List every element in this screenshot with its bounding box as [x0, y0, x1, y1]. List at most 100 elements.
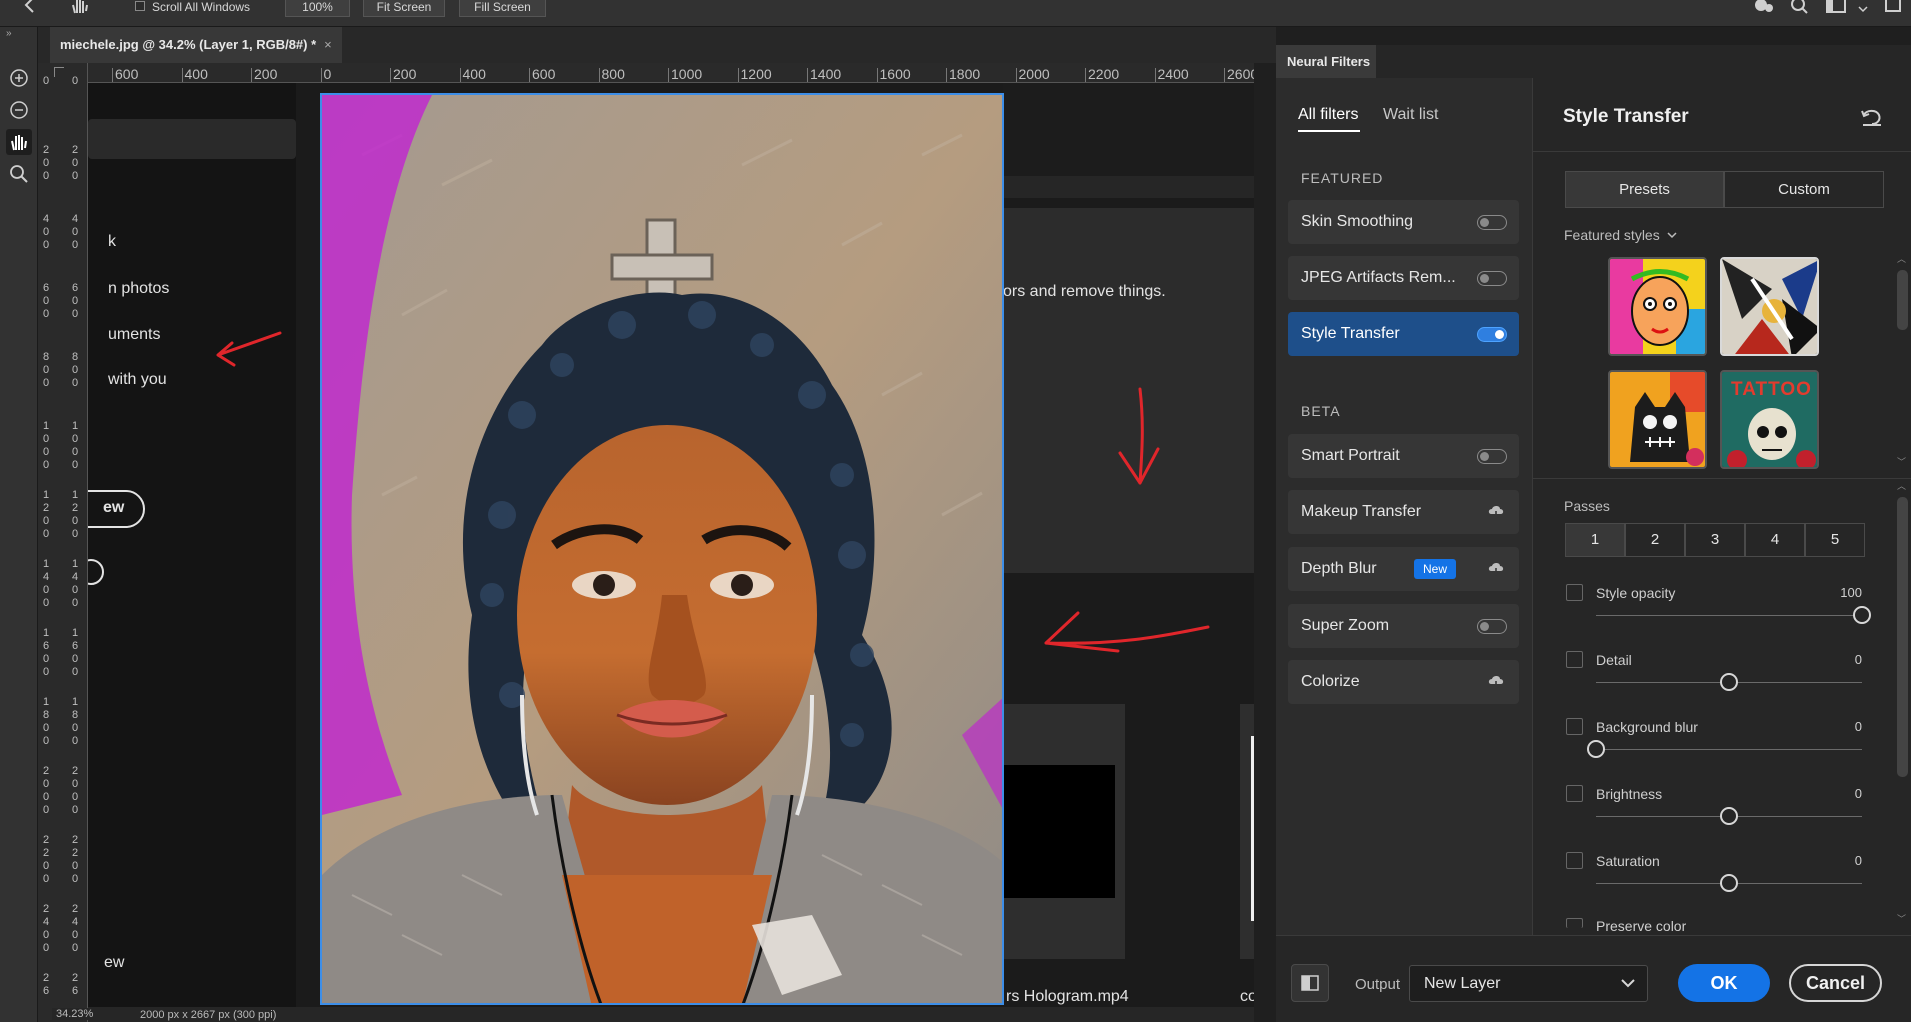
ruler-label: 0 — [71, 75, 79, 87]
pass-5-button[interactable]: 5 — [1805, 523, 1865, 557]
slider-track[interactable] — [1596, 749, 1862, 750]
tab-wait-list[interactable]: Wait list — [1383, 106, 1438, 124]
pass-2-button[interactable]: 2 — [1625, 523, 1685, 557]
zoom-tool[interactable] — [6, 161, 32, 187]
filter-depth-blur[interactable]: Depth Blur New — [1288, 547, 1519, 591]
scroll-all-windows-checkbox[interactable] — [135, 1, 145, 11]
style-transfer-toggle[interactable] — [1477, 327, 1507, 342]
slider-handle[interactable] — [1587, 740, 1605, 758]
slider-handle[interactable] — [1720, 673, 1738, 691]
zoom-out-tool[interactable] — [6, 97, 32, 123]
pass-4-button[interactable]: 4 — [1745, 523, 1805, 557]
ruler-label: 4 0 0 — [42, 213, 50, 251]
pass-1-button[interactable]: 1 — [1565, 523, 1625, 557]
fit-screen-button[interactable]: Fit Screen — [363, 0, 445, 17]
document-image[interactable] — [320, 93, 1004, 1005]
ruler-label: 1000 — [671, 66, 703, 82]
ruler-label: 400 — [462, 66, 486, 82]
ruler-tick — [181, 68, 183, 82]
smart-portrait-toggle[interactable] — [1477, 449, 1507, 464]
chevron-down-icon — [1667, 232, 1677, 239]
settings-scroll-down-icon[interactable]: ﹀ — [1897, 912, 1906, 925]
workspace-chevron-down-icon[interactable] — [1858, 1, 1868, 13]
neural-filters-tab[interactable]: Neural Filters — [1276, 45, 1376, 78]
slider-enable-checkbox[interactable] — [1566, 785, 1583, 802]
styles-scroll-down-icon[interactable]: ﹀ — [1897, 455, 1906, 468]
slider-handle[interactable] — [1720, 807, 1738, 825]
featured-styles-dropdown[interactable]: Featured styles — [1564, 227, 1677, 243]
close-tab-icon[interactable]: × — [324, 37, 332, 52]
skin-smoothing-toggle[interactable] — [1477, 215, 1507, 230]
presets-tab[interactable]: Presets — [1565, 171, 1724, 208]
bg-search-box — [88, 119, 296, 159]
slider-handle[interactable] — [1853, 606, 1871, 624]
filter-super-zoom[interactable]: Super Zoom — [1288, 604, 1519, 648]
ruler-tick — [529, 68, 530, 82]
annotation-arrow-down — [1118, 387, 1160, 485]
style-thumb-tattoo[interactable]: TATTOO — [1720, 370, 1819, 469]
ruler-label: 2 6 — [71, 972, 79, 997]
skeleton-cat-art — [1610, 372, 1705, 467]
bg-right-white-bar — [1251, 736, 1254, 921]
style-thumb-abstract[interactable] — [1720, 257, 1819, 356]
output-select[interactable]: New Layer — [1409, 965, 1648, 1002]
filter-label: Depth Blur — [1301, 560, 1377, 577]
output-select-value: New Layer — [1424, 975, 1501, 992]
filter-makeup-transfer[interactable]: Makeup Transfer — [1288, 490, 1519, 534]
bg-right-black-thumb — [1003, 765, 1115, 898]
super-zoom-toggle[interactable] — [1477, 619, 1507, 634]
style-thumb-cat[interactable] — [1608, 370, 1707, 469]
slider-enable-checkbox[interactable] — [1566, 651, 1583, 668]
ruler-label: 1400 — [810, 66, 842, 82]
slider-enable-checkbox[interactable] — [1566, 584, 1583, 601]
preserve-color-label: Preserve color — [1596, 918, 1687, 933]
styles-scrollbar[interactable] — [1897, 270, 1908, 330]
slider-label: Brightness — [1596, 786, 1663, 802]
share-icon[interactable] — [1754, 0, 1776, 14]
hand-tool[interactable] — [6, 129, 32, 155]
filter-skin-smoothing[interactable]: Skin Smoothing — [1288, 200, 1519, 244]
workspace-icon[interactable] — [1826, 0, 1846, 14]
search-icon[interactable] — [1791, 0, 1809, 15]
pass-3-button[interactable]: 3 — [1685, 523, 1745, 557]
zoom-in-tool[interactable] — [6, 65, 32, 91]
zoom-100-button[interactable]: 100% — [285, 0, 350, 17]
ruler-label: 1 0 0 0 — [71, 420, 79, 471]
hand-tool-preset-icon[interactable] — [70, 0, 90, 15]
slider-handle[interactable] — [1720, 874, 1738, 892]
collapse-arrows-icon[interactable]: » — [6, 28, 12, 39]
settings-scroll-up-icon[interactable]: ︿ — [1897, 479, 1906, 492]
ruler-label: 600 — [115, 66, 139, 82]
slider-enable-checkbox[interactable] — [1566, 718, 1583, 735]
styles-scroll-up-icon[interactable]: ︿ — [1897, 252, 1906, 265]
cancel-button[interactable]: Cancel — [1789, 964, 1882, 1002]
fill-screen-button[interactable]: Fill Screen — [459, 0, 546, 17]
cloud-download-icon[interactable] — [1487, 561, 1505, 577]
back-chevron-icon[interactable] — [22, 0, 38, 14]
style-thumb-face[interactable] — [1608, 257, 1707, 356]
slider-enable-checkbox[interactable] — [1566, 852, 1583, 869]
filter-colorize[interactable]: Colorize — [1288, 660, 1519, 704]
slider-track[interactable] — [1596, 615, 1862, 616]
ok-button[interactable]: OK — [1678, 964, 1770, 1002]
custom-tab[interactable]: Custom — [1724, 171, 1884, 208]
cloud-download-icon[interactable] — [1487, 674, 1505, 690]
settings-scrollbar[interactable] — [1897, 497, 1908, 777]
zoom-readout: 34.23% — [52, 1008, 98, 1020]
jpeg-artifacts-toggle[interactable] — [1477, 271, 1507, 286]
horizontal-ruler: 600 400 200 0 200 400 600 800 1000 1200 1400 1600 18… — [88, 63, 1254, 83]
ruler-label: 1200 — [740, 66, 772, 82]
compare-view-button[interactable] — [1291, 964, 1329, 1002]
options-bar: Scroll All Windows 100% Fit Screen Fill … — [0, 0, 1911, 27]
before-after-icon — [1301, 975, 1319, 991]
preserve-color-checkbox[interactable] — [1566, 918, 1583, 928]
annotation-arrow-left — [216, 331, 282, 367]
filter-jpeg-artifacts[interactable]: JPEG Artifacts Rem... — [1288, 256, 1519, 300]
window-icon[interactable] — [1885, 0, 1901, 14]
document-tab[interactable]: miechele.jpg @ 34.2% (Layer 1, RGB/8#) *… — [50, 27, 342, 63]
tab-all-filters[interactable]: All filters — [1298, 106, 1358, 124]
filter-smart-portrait[interactable]: Smart Portrait — [1288, 434, 1519, 478]
cloud-download-icon[interactable] — [1487, 504, 1505, 520]
filter-style-transfer[interactable]: Style Transfer — [1288, 312, 1519, 356]
reset-icon[interactable] — [1860, 107, 1884, 127]
